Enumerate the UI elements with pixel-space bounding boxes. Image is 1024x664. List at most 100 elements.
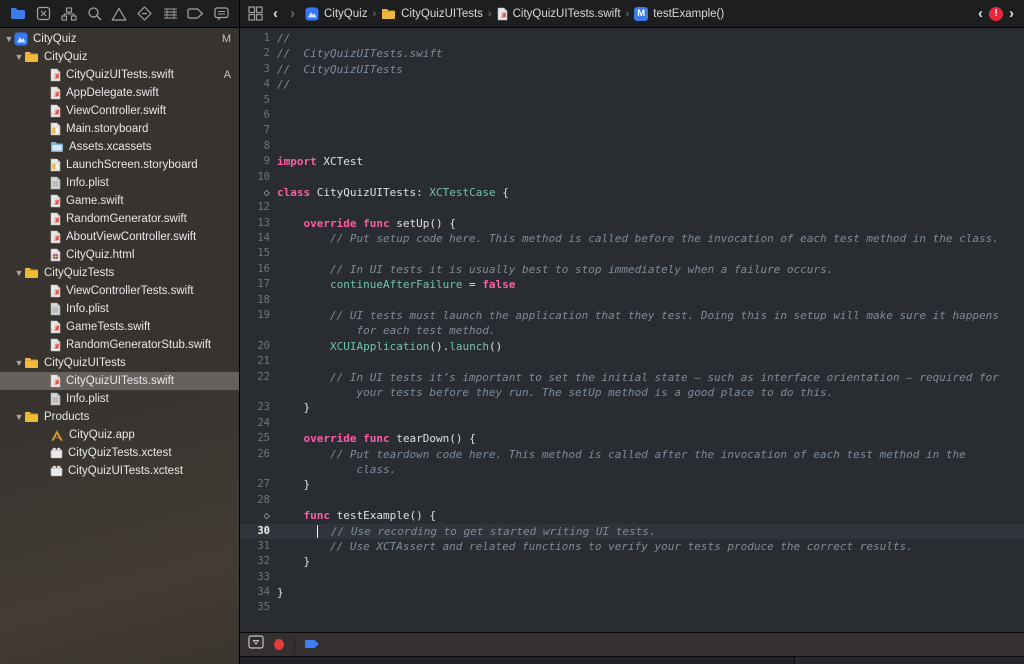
- code-line[interactable]: 12: [240, 200, 1024, 215]
- code-line[interactable]: 9import XCTest: [240, 154, 1024, 169]
- disclosure-triangle-icon[interactable]: ▼: [14, 412, 24, 422]
- code-line[interactable]: 2// CityQuizUITests.swift: [240, 46, 1024, 61]
- tree-file-row[interactable]: LaunchScreen.storyboard: [0, 156, 239, 174]
- code-line[interactable]: 15: [240, 246, 1024, 261]
- code-line[interactable]: 19 // UI tests must launch the applicati…: [240, 308, 1024, 323]
- tree-file-row[interactable]: ViewControllerTests.swift: [0, 282, 239, 300]
- error-badge[interactable]: !: [989, 7, 1003, 21]
- code-line[interactable]: 10: [240, 170, 1024, 185]
- tree-file-row[interactable]: AboutViewController.swift: [0, 228, 239, 246]
- tree-group-row[interactable]: ▼CityQuizTests: [0, 264, 239, 282]
- code-line[interactable]: 21: [240, 354, 1024, 369]
- issue-navigator-icon[interactable]: [108, 3, 131, 25]
- tree-file-row[interactable]: Main.storyboard: [0, 120, 239, 138]
- code-line[interactable]: 33: [240, 570, 1024, 585]
- code-line[interactable]: for each test method.: [240, 323, 1024, 338]
- disclosure-triangle-icon[interactable]: ▼: [14, 268, 24, 278]
- code-line[interactable]: ◇class CityQuizUITests: XCTestCase {: [240, 185, 1024, 200]
- tree-file-row[interactable]: CityQuizUITests.xctest: [0, 462, 239, 480]
- code-line[interactable]: 26 // Put teardown code here. This metho…: [240, 447, 1024, 462]
- tree-file-row[interactable]: AppDelegate.swift: [0, 84, 239, 102]
- breadcrumb-item[interactable]: CityQuizUITests: [381, 8, 483, 20]
- breadcrumb-item[interactable]: CityQuizUITests.swift: [497, 7, 621, 21]
- disclosure-triangle-icon[interactable]: ▼: [14, 52, 24, 62]
- code-line[interactable]: 17 continueAfterFailure = false: [240, 277, 1024, 292]
- code-line[interactable]: 24: [240, 416, 1024, 431]
- tree-file-row[interactable]: Assets.xcassets: [0, 138, 239, 156]
- disclosure-triangle-icon[interactable]: ▼: [4, 34, 14, 44]
- code-line[interactable]: 31 // Use XCTAssert and related function…: [240, 539, 1024, 554]
- breakpoint-navigator-icon[interactable]: [184, 3, 207, 25]
- tree-group-row[interactable]: ▼CityQuizM: [0, 30, 239, 48]
- tree-file-row[interactable]: CityQuiz.app: [0, 426, 239, 444]
- code-line[interactable]: 4//: [240, 77, 1024, 92]
- xcode-window: ‹ › CityQuiz›CityQuizUITests›CityQuizUIT…: [0, 0, 1024, 664]
- code-line[interactable]: 34}: [240, 585, 1024, 600]
- code-line[interactable]: ◇ func testExample() {: [240, 508, 1024, 523]
- tree-file-row[interactable]: CityQuiz.html: [0, 246, 239, 264]
- breadcrumb-item[interactable]: CityQuiz: [305, 7, 367, 21]
- report-navigator-icon[interactable]: [210, 3, 233, 25]
- tree-file-row[interactable]: Info.plist: [0, 300, 239, 318]
- code-line[interactable]: 27 }: [240, 477, 1024, 492]
- tree-file-row[interactable]: CityQuizTests.xctest: [0, 444, 239, 462]
- source-control-navigator-icon[interactable]: [31, 3, 54, 25]
- code-line[interactable]: 28: [240, 493, 1024, 508]
- code-line[interactable]: class.: [240, 462, 1024, 477]
- line-number: 27: [240, 477, 277, 492]
- previous-issue-chevron-icon[interactable]: ‹: [976, 6, 985, 21]
- code-line[interactable]: 25 override func tearDown() {: [240, 431, 1024, 446]
- code-line[interactable]: 8: [240, 139, 1024, 154]
- forward-chevron-icon[interactable]: ›: [288, 6, 297, 21]
- tree-group-row[interactable]: ▼CityQuiz: [0, 48, 239, 66]
- related-items-grid-icon[interactable]: [248, 6, 263, 21]
- back-chevron-icon[interactable]: ‹: [271, 6, 280, 21]
- code-line[interactable]: 23 }: [240, 400, 1024, 415]
- tree-group-row[interactable]: ▼Products: [0, 408, 239, 426]
- code-line[interactable]: 16 // In UI tests it is usually best to …: [240, 262, 1024, 277]
- test-navigator-icon[interactable]: [133, 3, 156, 25]
- code-line[interactable]: 22 // In UI tests it’s important to set …: [240, 370, 1024, 385]
- code-line[interactable]: 6: [240, 108, 1024, 123]
- find-navigator-icon[interactable]: [82, 3, 105, 25]
- code-line[interactable]: 30 // Use recording to get started writi…: [240, 524, 1024, 539]
- tree-file-row[interactable]: RandomGeneratorStub.swift: [0, 336, 239, 354]
- tree-file-row[interactable]: CityQuizUITests.swift: [0, 372, 239, 390]
- tree-file-row[interactable]: CityQuizUITests.swiftA: [0, 66, 239, 84]
- symbol-navigator-icon[interactable]: [57, 3, 80, 25]
- debug-navigator-icon[interactable]: [159, 3, 182, 25]
- line-number: 24: [240, 416, 277, 431]
- tree-file-row[interactable]: GameTests.swift: [0, 318, 239, 336]
- line-number: 7: [240, 123, 277, 138]
- tree-file-row[interactable]: Info.plist: [0, 174, 239, 192]
- next-issue-chevron-icon[interactable]: ›: [1007, 6, 1016, 21]
- tree-file-row[interactable]: ViewController.swift: [0, 102, 239, 120]
- code-line[interactable]: your tests before they run. The setUp me…: [240, 385, 1024, 400]
- code-line[interactable]: 1//: [240, 31, 1024, 46]
- tree-file-row[interactable]: Game.swift: [0, 192, 239, 210]
- code-line[interactable]: 7: [240, 123, 1024, 138]
- disclosure-triangle-icon[interactable]: ▼: [14, 358, 24, 368]
- tree-group-row[interactable]: ▼CityQuizUITests: [0, 354, 239, 372]
- code-area[interactable]: 1//2// CityQuizUITests.swift3// CityQuiz…: [240, 28, 1024, 632]
- code-line[interactable]: 35: [240, 600, 1024, 615]
- breakpoints-toggle-icon[interactable]: [305, 636, 320, 654]
- line-number: 18: [240, 293, 277, 308]
- code-line[interactable]: 20 XCUIApplication().launch(): [240, 339, 1024, 354]
- breadcrumb-item[interactable]: MtestExample(): [634, 7, 724, 21]
- hide-debug-area-icon[interactable]: [248, 635, 264, 654]
- code-line[interactable]: 32 }: [240, 554, 1024, 569]
- tree-file-row[interactable]: RandomGenerator.swift: [0, 210, 239, 228]
- record-ui-test-icon[interactable]: [274, 639, 284, 650]
- folder-icon: [381, 8, 396, 20]
- code-line[interactable]: 5: [240, 93, 1024, 108]
- test-run-diamond-icon[interactable]: ◇: [240, 185, 277, 200]
- project-navigator-icon[interactable]: [6, 3, 29, 25]
- test-run-diamond-icon[interactable]: ◇: [240, 508, 277, 523]
- code-line[interactable]: 14 // Put setup code here. This method i…: [240, 231, 1024, 246]
- code-line[interactable]: 18: [240, 293, 1024, 308]
- file-label: ViewControllerTests.swift: [66, 285, 194, 297]
- code-line[interactable]: 3// CityQuizUITests: [240, 62, 1024, 77]
- code-line[interactable]: 13 override func setUp() {: [240, 216, 1024, 231]
- tree-file-row[interactable]: Info.plist: [0, 390, 239, 408]
